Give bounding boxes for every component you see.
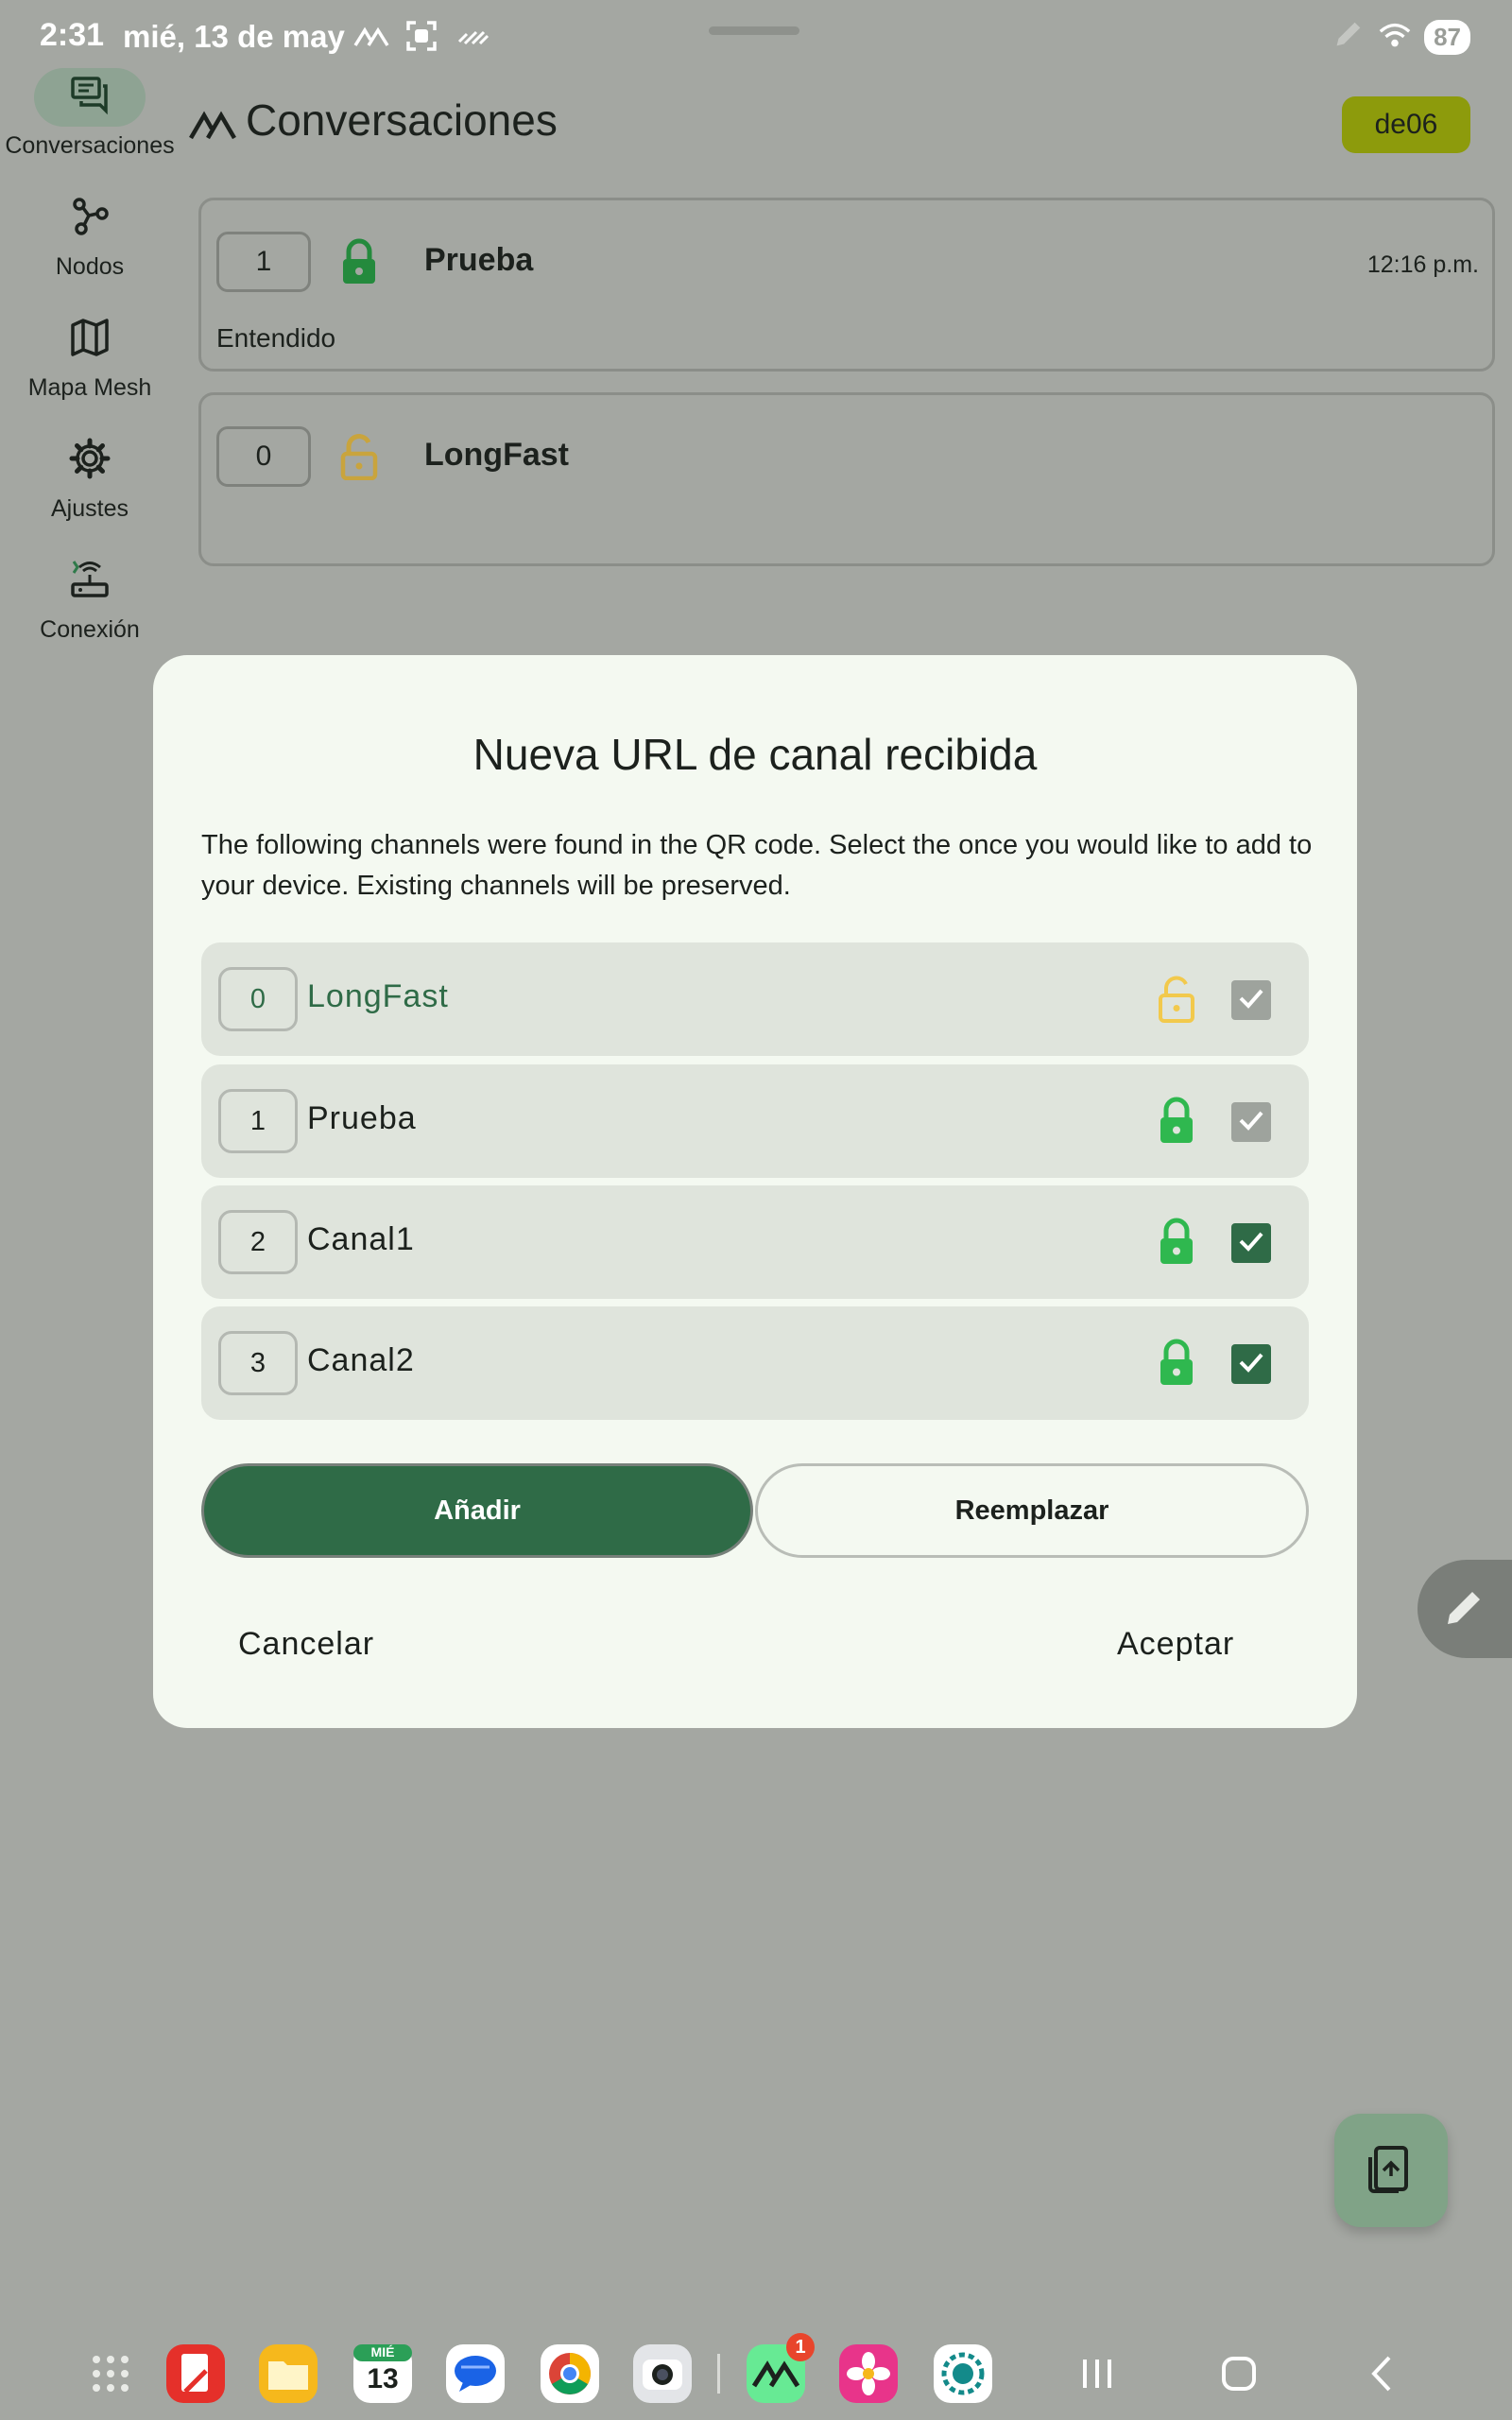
channel-row[interactable]: 3 Canal2 (201, 1306, 1309, 1420)
taskbar: MIÉ 13 1 (0, 2325, 1512, 2420)
check-icon (1235, 1104, 1267, 1141)
dialog-title: Nueva URL de canal recibida (472, 730, 1038, 779)
status-system-icons: 87 (1330, 17, 1470, 58)
nav-label: Mapa Mesh (27, 374, 152, 401)
channel-url-dialog: Nueva URL de canal recibida The followin… (153, 655, 1357, 1728)
node-chip[interactable]: de06 (1342, 96, 1470, 153)
nav-label: Conexión (40, 616, 140, 643)
conversation-time: 12:16 p.m. (1366, 251, 1479, 278)
files-app-icon[interactable] (257, 2342, 319, 2405)
pattern-icon (454, 17, 491, 60)
nav-item-conexion[interactable]: Conexión (0, 552, 180, 644)
status-time: 2:31 (40, 17, 105, 53)
unlocked-icon (1156, 975, 1197, 1024)
camera-app-icon[interactable] (631, 2342, 694, 2405)
lock-icon (1156, 1339, 1197, 1388)
status-date: mié, 13 de may (123, 19, 345, 54)
channel-index: 2 (218, 1210, 298, 1274)
channel-name: Canal1 (307, 1221, 415, 1257)
battery-indicator: 87 (1424, 20, 1470, 55)
pencil-icon (1442, 1584, 1487, 1634)
conversation-name: Prueba (424, 242, 534, 278)
channel-checkbox[interactable] (1231, 1223, 1271, 1263)
chrome-app-icon[interactable] (539, 2342, 601, 2405)
calendar-day: 13 (367, 2363, 399, 2394)
nodes-icon (68, 195, 112, 243)
cancel-button[interactable]: Cancelar (238, 1626, 374, 1663)
channel-index: 0 (216, 426, 311, 487)
lock-icon (1156, 1097, 1197, 1146)
meshtastic-app-icon[interactable]: 1 (745, 2333, 815, 2405)
notification-badge: 1 (786, 2333, 815, 2361)
channel-row[interactable]: 1 Prueba (201, 1064, 1309, 1178)
channel-index: 1 (216, 232, 311, 292)
channel-checkbox[interactable] (1231, 980, 1271, 1020)
nav-item-ajustes[interactable]: Ajustes (0, 431, 180, 523)
meshtastic-notification-icon (352, 17, 389, 60)
channel-name: LongFast (307, 978, 449, 1014)
gallery-app-icon[interactable] (837, 2342, 900, 2405)
chat-icon (68, 74, 112, 122)
drag-handle[interactable] (709, 26, 799, 35)
accept-button[interactable]: Aceptar (1117, 1626, 1234, 1663)
taskbar-divider (717, 2354, 720, 2394)
channel-row[interactable]: 2 Canal1 (201, 1185, 1309, 1299)
calendar-app-icon[interactable]: MIÉ 13 (352, 2342, 414, 2405)
add-button[interactable]: Añadir (201, 1463, 753, 1558)
screenshot-icon (403, 17, 440, 60)
channel-index: 1 (218, 1089, 298, 1153)
channel-index: 0 (218, 967, 298, 1031)
map-icon (68, 316, 112, 364)
wifi-icon (1377, 17, 1413, 58)
dialog-description: The following channels were found in the… (201, 830, 1313, 901)
nav-item-mapa-mesh[interactable]: Mapa Mesh (0, 310, 180, 402)
conversation-card[interactable]: 1 Prueba 12:16 p.m. Entendido (198, 198, 1495, 372)
channel-name: Prueba (307, 1100, 417, 1136)
page-title: Conversaciones (246, 95, 558, 145)
share-channels-fab[interactable] (1334, 2114, 1448, 2227)
home-button[interactable] (1215, 2350, 1263, 2397)
nav-item-nodos[interactable]: Nodos (0, 189, 180, 281)
screen-recorder-app-icon[interactable] (932, 2342, 994, 2405)
devices-share-icon (1366, 2144, 1416, 2198)
replace-button[interactable]: Reemplazar (755, 1463, 1309, 1558)
app-drawer-icon[interactable] (79, 2342, 142, 2405)
nav-label: Ajustes (51, 495, 129, 522)
lock-icon (337, 238, 381, 285)
check-icon (1235, 1225, 1267, 1262)
lock-icon (1156, 1218, 1197, 1267)
messages-app-icon[interactable] (444, 2342, 507, 2405)
conversation-card[interactable]: 0 LongFast (198, 392, 1495, 566)
check-icon (1235, 982, 1267, 1019)
nav-label: Nodos (55, 253, 125, 280)
nav-item-conversaciones[interactable]: Conversaciones (0, 68, 180, 160)
gear-icon (68, 437, 112, 485)
channel-checkbox[interactable] (1231, 1344, 1271, 1384)
app-logo-icon (189, 104, 236, 142)
notes-app-icon[interactable] (164, 2342, 227, 2405)
recents-button[interactable] (1074, 2350, 1121, 2397)
nav-label: Conversaciones (5, 132, 175, 159)
check-icon (1235, 1346, 1267, 1383)
conversation-name: LongFast (424, 437, 569, 473)
router-icon (68, 558, 112, 606)
conversation-last-message: Entendido (216, 323, 336, 353)
channel-row[interactable]: 0 LongFast (201, 942, 1309, 1056)
nav-active-indicator (34, 68, 146, 127)
unlocked-icon (337, 433, 381, 481)
pen-icon (1330, 17, 1366, 58)
edit-fab[interactable] (1418, 1560, 1512, 1658)
channel-checkbox[interactable] (1231, 1102, 1271, 1142)
status-notification-icons (352, 17, 491, 60)
status-bar: 2:31 mié, 13 de may 87 (0, 0, 1512, 76)
channel-index: 3 (218, 1331, 298, 1395)
channel-name: Canal2 (307, 1342, 415, 1378)
back-button[interactable] (1359, 2350, 1406, 2397)
calendar-month: MIÉ (370, 2344, 395, 2360)
